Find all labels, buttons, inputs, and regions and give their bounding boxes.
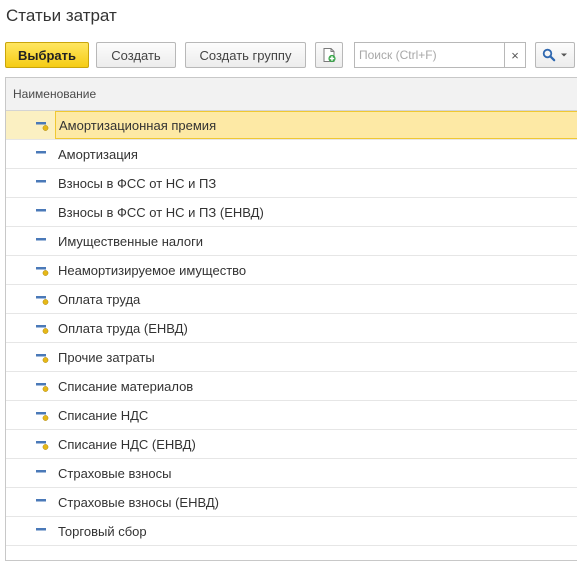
toolbar: Выбрать Создать Создать группу Поиск (Ct… [5,42,577,68]
table-row[interactable]: Страховые взносы (ЕНВД) [6,488,577,517]
item-icon [36,470,46,473]
clear-search-button[interactable]: × [504,42,526,68]
item-name-cell: Торговый сбор [58,523,147,539]
item-name-cell: Амортизационная премия [55,111,577,139]
table-row[interactable]: Списание материалов [6,372,577,401]
items-table: Наименование Амортизационная премия Аморт… [5,77,577,561]
create-group-button[interactable]: Создать группу [185,42,306,68]
item-name-cell: Амортизация [58,146,138,162]
table-row[interactable]: Неамортизируемое имущество [6,256,577,285]
item-name-cell: Списание НДС [58,407,149,423]
table-row[interactable]: Прочие затраты [6,343,577,372]
predefined-item-icon [36,325,49,334]
search-button[interactable] [535,42,575,68]
table-body: Амортизационная премия Амортизация Взносы … [6,111,577,546]
copy-button[interactable] [315,42,343,68]
table-row[interactable]: Оплата труда [6,285,577,314]
item-name-cell: Страховые взносы [58,465,172,481]
chevron-down-icon [561,53,567,57]
predefined-item-icon [36,296,49,305]
item-name-cell: Страховые взносы (ЕНВД) [58,494,219,510]
table-row[interactable]: Взносы в ФСС от НС и ПЗ (ЕНВД) [6,198,577,227]
item-name-cell: Списание материалов [58,378,194,394]
item-icon [36,151,46,154]
predefined-item-icon [36,383,49,392]
table-row[interactable]: Страховые взносы [6,459,577,488]
table-row[interactable]: Амортизационная премия [6,111,577,140]
item-name-cell: Неамортизируемое имущество [58,262,247,278]
predefined-item-icon [36,267,49,276]
table-row[interactable]: Списание НДС [6,401,577,430]
predefined-item-icon [36,412,49,421]
table-row[interactable]: Оплата труда (ЕНВД) [6,314,577,343]
item-name-cell: Оплата труда [58,291,141,307]
item-icon [36,180,46,183]
item-name-cell: Взносы в ФСС от НС и ПЗ [58,175,217,191]
item-icon [36,209,46,212]
search-input[interactable]: Поиск (Ctrl+F) [354,42,504,68]
item-icon [36,499,46,502]
table-row[interactable]: Торговый сбор [6,517,577,546]
predefined-item-icon [36,354,49,363]
item-icon [36,238,46,241]
predefined-item-icon [36,122,49,131]
select-button[interactable]: Выбрать [5,42,89,68]
item-name-cell: Прочие затраты [58,349,155,365]
item-name-cell: Имущественные налоги [58,233,204,249]
item-name-cell: Оплата труда (ЕНВД) [58,320,188,336]
copy-document-icon [323,48,336,63]
predefined-item-icon [36,441,49,450]
item-icon [36,528,46,531]
column-header-name[interactable]: Наименование [6,78,577,111]
item-name-cell: Списание НДС (ЕНВД) [58,436,196,452]
table-row[interactable]: Имущественные налоги [6,227,577,256]
table-row[interactable]: Списание НДС (ЕНВД) [6,430,577,459]
search-icon [542,48,556,62]
window-title: Статьи затрат [6,6,117,25]
create-button[interactable]: Создать [96,42,176,68]
table-row[interactable]: Взносы в ФСС от НС и ПЗ [6,169,577,198]
table-row[interactable]: Амортизация [6,140,577,169]
item-name-cell: Взносы в ФСС от НС и ПЗ (ЕНВД) [58,204,264,220]
